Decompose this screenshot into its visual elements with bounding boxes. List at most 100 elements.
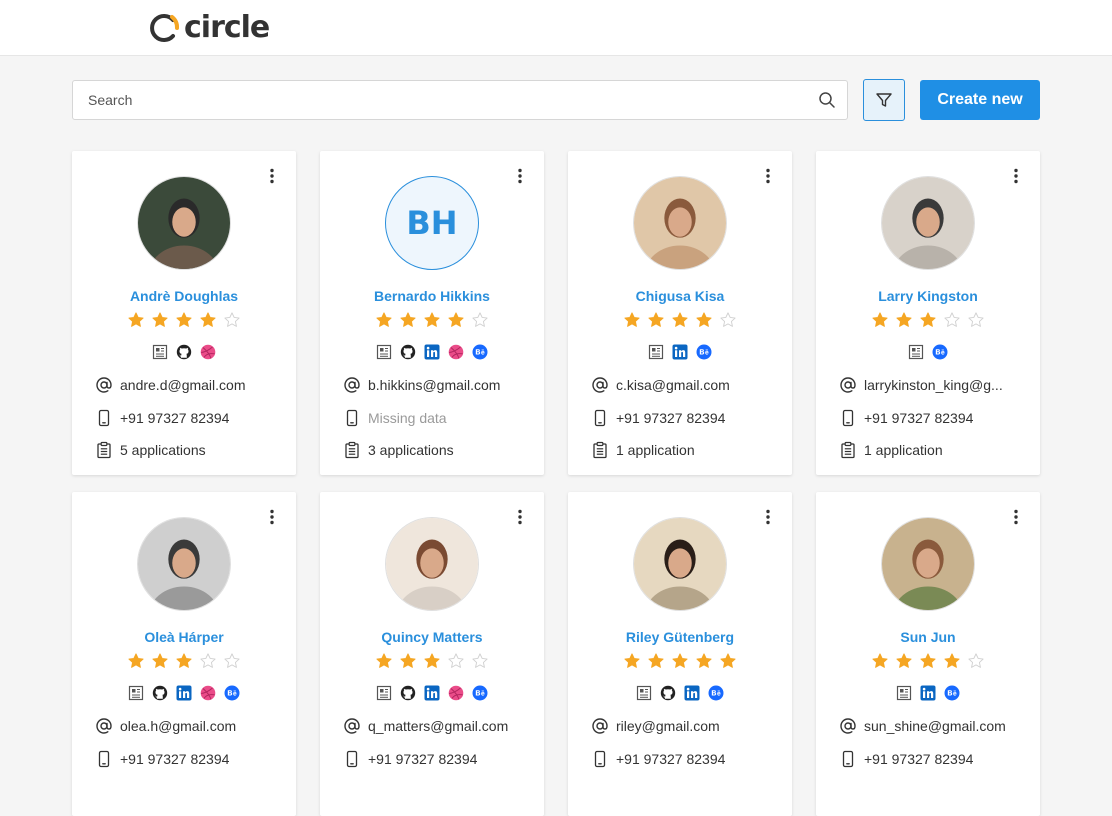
resume-icon[interactable] bbox=[128, 685, 144, 701]
candidate-name[interactable]: Quincy Matters bbox=[320, 629, 544, 645]
more-options-icon[interactable] bbox=[1008, 506, 1024, 528]
star-filled-icon bbox=[719, 652, 737, 670]
candidate-card[interactable]: Oleà Hárper olea.h@gmail.com +91 97327 823… bbox=[72, 492, 296, 816]
logo[interactable]: circle bbox=[147, 10, 270, 45]
email-text[interactable]: andre.d@gmail.com bbox=[120, 377, 246, 393]
linkedin-icon[interactable] bbox=[176, 685, 192, 701]
social-links bbox=[72, 685, 296, 701]
at-icon bbox=[343, 376, 361, 394]
applications-text[interactable]: 1 application bbox=[616, 442, 695, 458]
star-filled-icon bbox=[671, 652, 689, 670]
resume-icon[interactable] bbox=[636, 685, 652, 701]
candidate-card[interactable]: Chigusa Kisa c.kisa@gmail.com +91 97327 82… bbox=[568, 151, 792, 475]
resume-icon[interactable] bbox=[152, 344, 168, 360]
at-icon bbox=[95, 376, 113, 394]
resume-icon[interactable] bbox=[908, 344, 924, 360]
candidate-name[interactable]: Larry Kingston bbox=[816, 288, 1040, 304]
social-links bbox=[816, 685, 1040, 701]
candidate-name[interactable]: Chigusa Kisa bbox=[568, 288, 792, 304]
filter-button[interactable] bbox=[863, 79, 905, 121]
github-icon[interactable] bbox=[660, 685, 676, 701]
more-options-icon[interactable] bbox=[264, 506, 280, 528]
candidate-card[interactable]: Riley Gütenberg riley@gmail.com +91 97327 … bbox=[568, 492, 792, 816]
linkedin-icon[interactable] bbox=[424, 344, 440, 360]
star-empty-icon bbox=[447, 652, 465, 670]
phone-text: +91 97327 82394 bbox=[616, 410, 726, 426]
email-text[interactable]: b.hikkins@gmail.com bbox=[368, 377, 500, 393]
resume-icon[interactable] bbox=[376, 344, 392, 360]
more-options-icon[interactable] bbox=[512, 506, 528, 528]
candidate-name[interactable]: Andrè Doughlas bbox=[72, 288, 296, 304]
applications-text[interactable]: 5 applications bbox=[120, 442, 206, 458]
linkedin-icon[interactable] bbox=[684, 685, 700, 701]
phone-row: +91 97327 82394 bbox=[839, 409, 1029, 427]
resume-icon[interactable] bbox=[648, 344, 664, 360]
social-links bbox=[816, 344, 1040, 360]
email-text[interactable]: olea.h@gmail.com bbox=[120, 718, 236, 734]
star-filled-icon bbox=[399, 311, 417, 329]
rating bbox=[568, 652, 792, 670]
phone-row: +91 97327 82394 bbox=[95, 750, 285, 768]
candidate-card[interactable]: Larry Kingston larrykinston_king@g... +91 … bbox=[816, 151, 1040, 475]
behance-icon[interactable] bbox=[472, 685, 488, 701]
more-options-icon[interactable] bbox=[512, 165, 528, 187]
linkedin-icon[interactable] bbox=[424, 685, 440, 701]
phone-row: +91 97327 82394 bbox=[591, 750, 781, 768]
behance-icon[interactable] bbox=[944, 685, 960, 701]
candidate-card[interactable]: Andrè Doughlas andre.d@gmail.com +91 97327… bbox=[72, 151, 296, 475]
rating bbox=[568, 311, 792, 329]
email-text[interactable]: q_matters@gmail.com bbox=[368, 718, 508, 734]
linkedin-icon[interactable] bbox=[672, 344, 688, 360]
applications-text[interactable]: 1 application bbox=[864, 442, 943, 458]
star-empty-icon bbox=[223, 311, 241, 329]
dribbble-icon[interactable] bbox=[200, 344, 216, 360]
phone-row: +91 97327 82394 bbox=[591, 409, 781, 427]
candidate-card[interactable]: Quincy Matters q_matters@gmail.com +91 973… bbox=[320, 492, 544, 816]
github-icon[interactable] bbox=[152, 685, 168, 701]
github-icon[interactable] bbox=[400, 344, 416, 360]
behance-icon[interactable] bbox=[472, 344, 488, 360]
behance-icon[interactable] bbox=[708, 685, 724, 701]
candidate-card[interactable]: BH Bernardo Hikkins b.hikkins@gmail.com Mis… bbox=[320, 151, 544, 475]
email-text[interactable]: sun_shine@gmail.com bbox=[864, 718, 1006, 734]
star-filled-icon bbox=[895, 652, 913, 670]
behance-icon[interactable] bbox=[224, 685, 240, 701]
dribbble-icon[interactable] bbox=[200, 685, 216, 701]
rating bbox=[816, 311, 1040, 329]
phone-icon bbox=[343, 409, 361, 427]
phone-icon bbox=[839, 750, 857, 768]
candidate-card[interactable]: Sun Jun sun_shine@gmail.com +91 97327 8239… bbox=[816, 492, 1040, 816]
search-input[interactable] bbox=[73, 81, 807, 119]
more-options-icon[interactable] bbox=[264, 165, 280, 187]
more-options-icon[interactable] bbox=[760, 165, 776, 187]
avatar bbox=[137, 517, 231, 611]
candidate-name[interactable]: Sun Jun bbox=[816, 629, 1040, 645]
email-row: q_matters@gmail.com bbox=[343, 717, 533, 735]
linkedin-icon[interactable] bbox=[920, 685, 936, 701]
email-text[interactable]: larrykinston_king@g... bbox=[864, 377, 1003, 393]
dribbble-icon[interactable] bbox=[448, 344, 464, 360]
star-filled-icon bbox=[623, 311, 641, 329]
email-text[interactable]: c.kisa@gmail.com bbox=[616, 377, 730, 393]
search-icon[interactable] bbox=[807, 80, 847, 120]
resume-icon[interactable] bbox=[896, 685, 912, 701]
candidate-name[interactable]: Oleà Hárper bbox=[72, 629, 296, 645]
more-options-icon[interactable] bbox=[760, 506, 776, 528]
at-icon bbox=[839, 376, 857, 394]
more-options-icon[interactable] bbox=[1008, 165, 1024, 187]
star-filled-icon bbox=[175, 652, 193, 670]
rating bbox=[320, 311, 544, 329]
behance-icon[interactable] bbox=[696, 344, 712, 360]
behance-icon[interactable] bbox=[932, 344, 948, 360]
dribbble-icon[interactable] bbox=[448, 685, 464, 701]
applications-text[interactable]: 3 applications bbox=[368, 442, 454, 458]
rating bbox=[320, 652, 544, 670]
github-icon[interactable] bbox=[400, 685, 416, 701]
clipboard-icon bbox=[839, 441, 857, 459]
resume-icon[interactable] bbox=[376, 685, 392, 701]
create-new-button[interactable]: Create new bbox=[920, 80, 1040, 120]
github-icon[interactable] bbox=[176, 344, 192, 360]
candidate-name[interactable]: Riley Gütenberg bbox=[568, 629, 792, 645]
email-text[interactable]: riley@gmail.com bbox=[616, 718, 720, 734]
candidate-name[interactable]: Bernardo Hikkins bbox=[320, 288, 544, 304]
